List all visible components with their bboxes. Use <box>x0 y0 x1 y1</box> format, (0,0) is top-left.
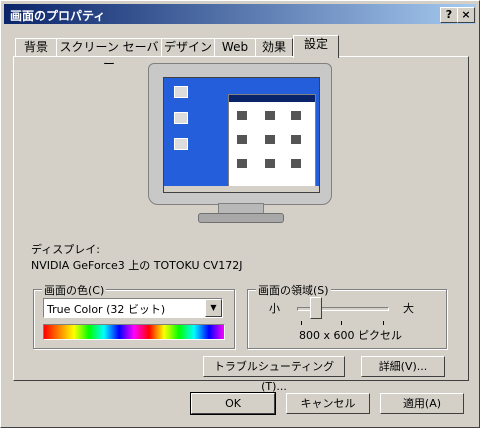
preview-window <box>228 94 316 188</box>
monitor-preview <box>148 63 332 223</box>
tab-settings[interactable]: 設定 <box>293 35 339 58</box>
colors-group-title: 画面の色(C) <box>42 282 107 298</box>
folder-icon <box>265 111 275 120</box>
resolution-small-label: 小 <box>269 302 280 315</box>
folder-icon <box>265 135 275 144</box>
desktop-icon <box>174 138 188 150</box>
resolution-slider-thumb[interactable] <box>310 297 322 319</box>
folder-icon <box>237 111 247 120</box>
resolution-value: 800 x 600 ピクセル <box>299 329 402 342</box>
monitor-stand-base <box>198 213 284 223</box>
advanced-button[interactable]: 詳細(V)... <box>361 356 445 377</box>
resolution-large-label: 大 <box>403 302 414 315</box>
color-depth-value: True Color (32 ビット) <box>47 303 166 316</box>
preview-window-titlebar <box>229 95 315 102</box>
slider-tick <box>383 321 384 325</box>
display-device: NVIDIA GeForce3 上の TOTOKU CV172J <box>31 259 243 272</box>
display-label: ディスプレイ: <box>31 243 100 256</box>
close-button[interactable]: × <box>457 7 475 23</box>
tab-appearance[interactable]: デザイン <box>161 38 215 57</box>
tab-web[interactable]: Web <box>214 38 256 57</box>
desktop-icon <box>174 112 188 124</box>
folder-icon <box>291 159 301 168</box>
folder-icon <box>237 135 247 144</box>
ok-button[interactable]: OK <box>190 392 276 415</box>
apply-button[interactable]: 適用(A) <box>380 393 464 414</box>
cancel-button[interactable]: キャンセル <box>286 393 370 414</box>
slider-tick <box>301 321 302 325</box>
tab-background[interactable]: 背景 <box>15 38 57 57</box>
window-title: 画面のプロパティ <box>10 9 106 23</box>
title-bar: 画面のプロパティ ? × <box>4 4 476 24</box>
tab-screensaver[interactable]: スクリーン セーバー <box>56 38 162 71</box>
chevron-down-icon[interactable]: ▼ <box>205 299 222 317</box>
tab-effects[interactable]: 効果 <box>255 38 293 57</box>
display-properties-window: 画面のプロパティ ? × 背景 スクリーン セーバー デザイン Web 効果 設… <box>0 0 480 428</box>
preview-screen <box>163 77 320 193</box>
folder-icon <box>291 111 301 120</box>
folder-icon <box>265 159 275 168</box>
monitor-bezel <box>148 63 332 205</box>
folder-icon <box>291 135 301 144</box>
troubleshoot-button[interactable]: トラブルシューティング(T)... <box>203 356 345 393</box>
desktop-icon <box>174 86 188 98</box>
help-button[interactable]: ? <box>440 7 458 23</box>
folder-icon <box>237 159 247 168</box>
slider-tick <box>341 321 342 325</box>
resolution-group-title: 画面の領域(S) <box>256 282 331 298</box>
color-palette-preview <box>43 324 225 340</box>
color-depth-select[interactable]: True Color (32 ビット) ▼ <box>43 298 223 318</box>
preview-taskbar <box>164 186 319 192</box>
